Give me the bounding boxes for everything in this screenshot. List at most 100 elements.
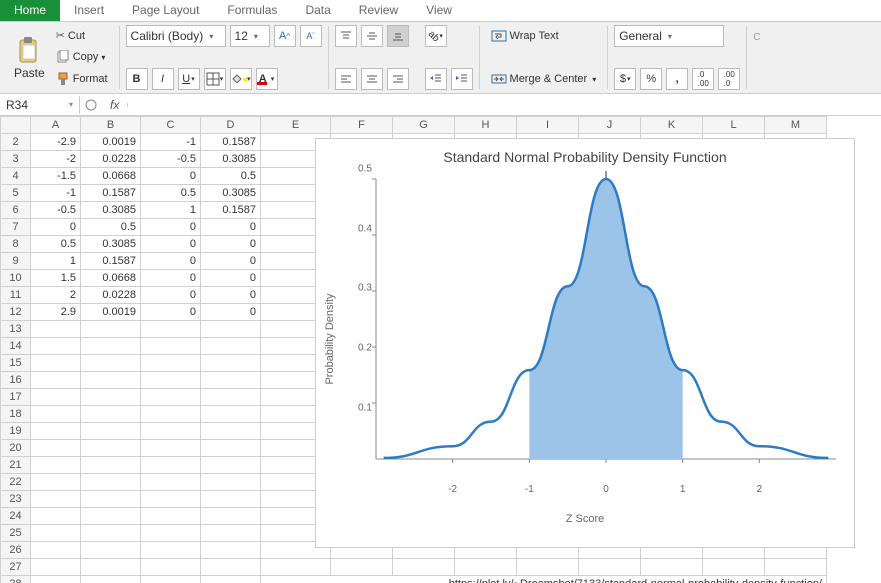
cell-C12[interactable]: 0 — [141, 304, 201, 321]
cell-D14[interactable] — [201, 338, 261, 355]
row-header-14[interactable]: 14 — [1, 338, 31, 355]
worksheet-grid[interactable]: ABCDEFGHIJKLM2-2.90.0019-10.15873-20.022… — [0, 116, 881, 583]
decrease-font-button[interactable]: Aˇ — [300, 25, 322, 47]
cell-C19[interactable] — [141, 423, 201, 440]
cell-C28[interactable] — [141, 576, 201, 583]
row-header-25[interactable]: 25 — [1, 525, 31, 542]
col-header-J[interactable]: J — [579, 117, 641, 134]
cell-E27[interactable] — [261, 559, 331, 576]
tab-review[interactable]: Review — [345, 0, 412, 21]
cell-A23[interactable] — [31, 491, 81, 508]
align-left-button[interactable] — [335, 68, 357, 90]
row-header-8[interactable]: 8 — [1, 236, 31, 253]
cell-C23[interactable] — [141, 491, 201, 508]
format-painter-button[interactable]: Format — [51, 69, 113, 89]
cell-B6[interactable]: 0.3085 — [81, 202, 141, 219]
row-header-5[interactable]: 5 — [1, 185, 31, 202]
cell-C5[interactable]: 0.5 — [141, 185, 201, 202]
cell-A25[interactable] — [31, 525, 81, 542]
cell-A19[interactable] — [31, 423, 81, 440]
cell-C22[interactable] — [141, 474, 201, 491]
font-size-select[interactable]: 12▾ — [230, 25, 270, 47]
cell-B15[interactable] — [81, 355, 141, 372]
cell-C10[interactable]: 0 — [141, 270, 201, 287]
row-header-15[interactable]: 15 — [1, 355, 31, 372]
row-header-20[interactable]: 20 — [1, 440, 31, 457]
cell-C16[interactable] — [141, 372, 201, 389]
cell-A24[interactable] — [31, 508, 81, 525]
increase-indent-button[interactable] — [451, 68, 473, 90]
row-header-18[interactable]: 18 — [1, 406, 31, 423]
cell-A15[interactable] — [31, 355, 81, 372]
row-header-6[interactable]: 6 — [1, 202, 31, 219]
cell-B2[interactable]: 0.0019 — [81, 134, 141, 151]
cell-C17[interactable] — [141, 389, 201, 406]
increase-decimal-button[interactable]: .0.00 — [692, 68, 714, 90]
cell-B14[interactable] — [81, 338, 141, 355]
row-header-7[interactable]: 7 — [1, 219, 31, 236]
number-format-select[interactable]: General▾ — [614, 25, 724, 47]
cell-A9[interactable]: 1 — [31, 253, 81, 270]
cell-B10[interactable]: 0.0668 — [81, 270, 141, 287]
cell-B27[interactable] — [81, 559, 141, 576]
col-header-D[interactable]: D — [201, 117, 261, 134]
cell-C2[interactable]: -1 — [141, 134, 201, 151]
cell-C24[interactable] — [141, 508, 201, 525]
cell-A10[interactable]: 1.5 — [31, 270, 81, 287]
row-header-4[interactable]: 4 — [1, 168, 31, 185]
cell-A22[interactable] — [31, 474, 81, 491]
tab-formulas[interactable]: Formulas — [213, 0, 291, 21]
cell-A21[interactable] — [31, 457, 81, 474]
cell-C13[interactable] — [141, 321, 201, 338]
col-header-B[interactable]: B — [81, 117, 141, 134]
col-header-M[interactable]: M — [765, 117, 827, 134]
row-header-24[interactable]: 24 — [1, 508, 31, 525]
cell-H27[interactable] — [455, 559, 517, 576]
merge-center-button[interactable]: Merge & Center▾ — [486, 69, 602, 89]
cell-G27[interactable] — [393, 559, 455, 576]
cell-C20[interactable] — [141, 440, 201, 457]
cell-C18[interactable] — [141, 406, 201, 423]
cell-C11[interactable]: 0 — [141, 287, 201, 304]
row-header-17[interactable]: 17 — [1, 389, 31, 406]
cell-A8[interactable]: 0.5 — [31, 236, 81, 253]
cell-A11[interactable]: 2 — [31, 287, 81, 304]
wrap-text-button[interactable]: Wrap Text — [486, 26, 564, 46]
cell-B4[interactable]: 0.0668 — [81, 168, 141, 185]
cell-B16[interactable] — [81, 372, 141, 389]
col-header-E[interactable]: E — [261, 117, 331, 134]
cell-A13[interactable] — [31, 321, 81, 338]
cell-C26[interactable] — [141, 542, 201, 559]
cell-F27[interactable] — [331, 559, 393, 576]
cell-B8[interactable]: 0.3085 — [81, 236, 141, 253]
cell-D5[interactable]: 0.3085 — [201, 185, 261, 202]
paste-button[interactable]: Paste — [8, 34, 51, 82]
col-header-G[interactable]: G — [393, 117, 455, 134]
orientation-button[interactable]: ab▾ — [425, 25, 447, 47]
cell-C4[interactable]: 0 — [141, 168, 201, 185]
cell-A14[interactable] — [31, 338, 81, 355]
cell-B20[interactable] — [81, 440, 141, 457]
cell-D2[interactable]: 0.1587 — [201, 134, 261, 151]
cell-D23[interactable] — [201, 491, 261, 508]
cell-C27[interactable] — [141, 559, 201, 576]
row-header-13[interactable]: 13 — [1, 321, 31, 338]
row-header-23[interactable]: 23 — [1, 491, 31, 508]
cell-A26[interactable] — [31, 542, 81, 559]
cell-D21[interactable] — [201, 457, 261, 474]
cell-C9[interactable]: 0 — [141, 253, 201, 270]
cell-C6[interactable]: 1 — [141, 202, 201, 219]
cell-C15[interactable] — [141, 355, 201, 372]
cell-D22[interactable] — [201, 474, 261, 491]
cell-A17[interactable] — [31, 389, 81, 406]
cell-B19[interactable] — [81, 423, 141, 440]
cell-B3[interactable]: 0.0228 — [81, 151, 141, 168]
cell-A12[interactable]: 2.9 — [31, 304, 81, 321]
bold-button[interactable]: B — [126, 68, 148, 90]
cell-C7[interactable]: 0 — [141, 219, 201, 236]
cell-M27[interactable] — [765, 559, 827, 576]
row-header-3[interactable]: 3 — [1, 151, 31, 168]
fx-icon[interactable]: fx — [102, 98, 127, 112]
cell-D25[interactable] — [201, 525, 261, 542]
cell-B7[interactable]: 0.5 — [81, 219, 141, 236]
